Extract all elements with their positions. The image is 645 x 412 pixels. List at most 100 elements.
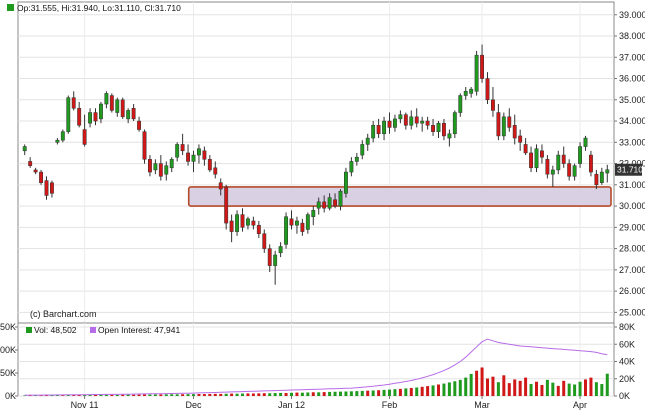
- candle-body: [295, 220, 299, 226]
- y-tick-label: 25.000: [619, 307, 645, 317]
- volume-bar: [388, 389, 391, 396]
- candle-body: [594, 173, 599, 186]
- candle-body: [534, 148, 539, 169]
- candle-body: [333, 199, 337, 207]
- candle-body: [197, 148, 201, 156]
- volume-bar: [382, 389, 386, 396]
- volume-bar: [437, 384, 440, 396]
- y-tick-label: 26.000: [619, 286, 645, 296]
- candle-body: [425, 120, 430, 126]
- candle-body: [458, 95, 463, 113]
- ohlc-readout: Op:31.555, Hi:31.940, Lo:31.110, Cl:31.7…: [17, 3, 181, 13]
- candle-body: [60, 131, 65, 141]
- y-tick-label: 37.000: [619, 52, 645, 62]
- candle-body: [28, 161, 33, 166]
- volume-bar: [115, 394, 119, 396]
- y-tick-label: 20K: [619, 374, 635, 384]
- volume-bar: [415, 387, 419, 396]
- volume-bar: [110, 394, 114, 396]
- y-tick-label: 150K: [0, 322, 16, 332]
- volume-bar: [349, 391, 353, 396]
- candle-body: [398, 114, 403, 120]
- volume-bar: [235, 393, 239, 396]
- y-tick-label: 34.000: [619, 116, 645, 126]
- chart: 39.000 38.000 37.000 36.000 35.000 34.000 33.0…: [0, 1, 645, 410]
- candle-body: [599, 171, 604, 183]
- candle-body: [365, 137, 370, 145]
- candle-body: [327, 197, 332, 209]
- y-tick-label: 27.000: [619, 265, 645, 275]
- volume-bar: [197, 394, 201, 396]
- candle-body: [409, 116, 414, 126]
- volume-bar: [431, 385, 435, 396]
- volume-bar: [121, 394, 125, 396]
- volume-bar: [458, 379, 462, 396]
- x-tick-label: Nov 11: [71, 400, 99, 410]
- last-price-label: 31.710: [617, 165, 643, 175]
- volume-bar: [295, 392, 299, 396]
- candle-body: [491, 99, 495, 111]
- candle-body: [142, 131, 147, 160]
- volume-bar: [513, 379, 517, 396]
- candle-body: [436, 122, 441, 132]
- y-tick-label: 80K: [619, 322, 635, 332]
- volume-bar: [311, 392, 315, 396]
- candle-body: [148, 159, 152, 173]
- volume-bar: [186, 394, 190, 396]
- y-tick-label: 40K: [619, 357, 635, 367]
- candle-body: [501, 116, 506, 137]
- y-tick-label: 0K: [619, 391, 630, 401]
- volume-bar: [551, 382, 555, 396]
- candle-body: [354, 156, 359, 162]
- volume-bar: [306, 392, 310, 396]
- y-tick-label: 31.000: [619, 180, 645, 190]
- candle-body: [414, 116, 419, 124]
- volume-bar: [257, 393, 261, 396]
- candle-body: [550, 169, 555, 175]
- candle-body: [229, 220, 234, 232]
- candle-body: [126, 110, 131, 120]
- x-tick-label: Feb: [382, 400, 398, 410]
- candle-body: [605, 169, 610, 174]
- candle-body: [452, 112, 457, 135]
- candle-body: [540, 150, 544, 158]
- y-tick-label: 38.000: [619, 31, 645, 41]
- candle-body: [186, 152, 190, 162]
- candle-body: [39, 171, 43, 183]
- candle-body: [191, 154, 196, 162]
- volume-bar: [507, 383, 511, 396]
- candle-body: [240, 214, 245, 228]
- volume-bar: [475, 370, 479, 396]
- candle-body: [158, 163, 163, 177]
- candle-body: [305, 214, 310, 230]
- candle-body: [262, 233, 267, 249]
- volume-bar: [213, 393, 217, 396]
- volume-bar: [524, 377, 528, 396]
- open-interest-legend-swatch: [90, 327, 96, 333]
- volume-bar: [262, 393, 266, 396]
- volume-bar: [404, 388, 408, 396]
- y-tick-label: 29.000: [619, 222, 645, 232]
- volume-bar: [556, 385, 560, 396]
- volume-bar: [584, 379, 587, 396]
- volume-bar: [469, 373, 473, 396]
- candle-body: [224, 186, 229, 224]
- volume-bar: [137, 394, 141, 396]
- volume-bar: [328, 391, 332, 396]
- candle-body: [561, 154, 566, 164]
- y-tick-label: 100K: [0, 345, 16, 355]
- volume-bar: [393, 389, 397, 396]
- volume-bar: [545, 379, 549, 396]
- candle-body: [583, 137, 588, 147]
- volume-bar: [371, 390, 375, 396]
- volume-bar: [251, 393, 255, 396]
- y-tick-label: 0K: [5, 391, 16, 401]
- candle-body: [55, 139, 60, 143]
- candle-body: [545, 159, 550, 175]
- volume-bar: [578, 381, 582, 396]
- volume-bar: [518, 380, 522, 396]
- candle-body: [496, 112, 501, 137]
- x-tick-label: Dec: [185, 400, 202, 410]
- volume-bar: [562, 380, 566, 396]
- volume-bar: [175, 394, 179, 396]
